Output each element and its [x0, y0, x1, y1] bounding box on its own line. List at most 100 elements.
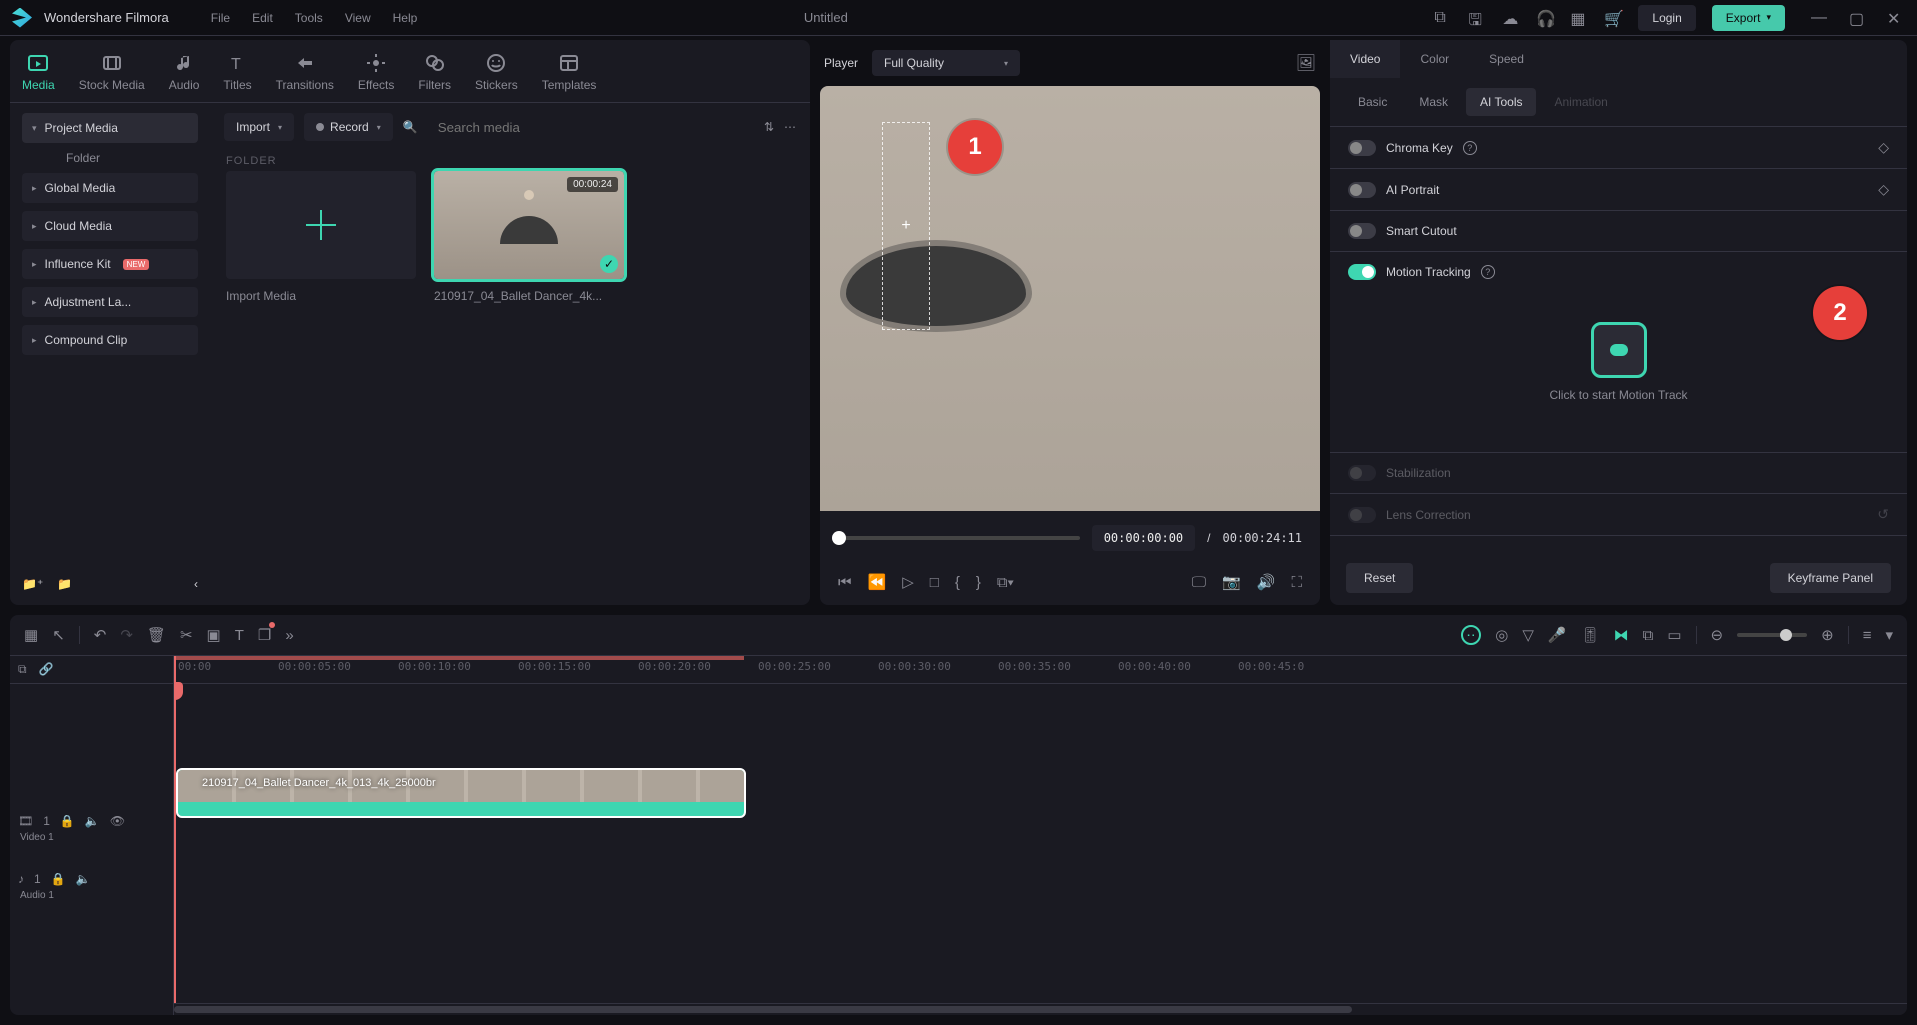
ai-portrait-toggle[interactable]	[1348, 182, 1376, 198]
audio-track-lane[interactable]	[174, 822, 1907, 880]
maximize-icon[interactable]: ▢	[1849, 9, 1867, 27]
crop-icon[interactable]: ▣	[207, 626, 221, 644]
reset-row-icon[interactable]: ↺	[1877, 506, 1889, 523]
play-icon[interactable]: ▷	[902, 573, 914, 591]
ratio-icon[interactable]: ⧉▾	[997, 574, 1014, 591]
cloud-icon[interactable]: ☁	[1502, 9, 1520, 27]
auto-beat-icon[interactable]: ⧓	[1614, 626, 1629, 644]
mute-icon[interactable]: 🔈	[85, 814, 100, 828]
minimize-icon[interactable]: —	[1811, 9, 1829, 27]
reset-row-icon[interactable]: ◇	[1878, 139, 1889, 156]
headphones-icon[interactable]: 🎧	[1536, 9, 1554, 27]
subtab-mask[interactable]: Mask	[1405, 88, 1462, 116]
more-tools-icon[interactable]: »	[285, 627, 293, 644]
audio-track-head[interactable]: ♪1 🔒 🔈 Audio 1	[10, 850, 173, 908]
timeline-view-icon[interactable]: ≡	[1863, 627, 1872, 644]
mark-in-icon[interactable]: {	[955, 574, 960, 591]
snapshot-icon[interactable]: 📷	[1222, 573, 1241, 591]
cut-icon[interactable]: ✂	[180, 626, 193, 644]
quality-selector[interactable]: Full Quality	[872, 50, 1020, 76]
frame-icon[interactable]: ▭	[1667, 626, 1681, 644]
lock-icon[interactable]: 🔒	[51, 872, 66, 886]
zoom-slider[interactable]	[1737, 633, 1807, 637]
marker-icon[interactable]: ▽	[1522, 626, 1534, 644]
zoom-out-icon[interactable]: ⊖	[1711, 626, 1724, 644]
sort-icon[interactable]: ⇅	[764, 120, 774, 134]
zoom-in-icon[interactable]: ⊕	[1821, 626, 1834, 644]
timeline-ruler[interactable]: 00:00 00:00:05:00 00:00:10:00 00:00:15:0…	[174, 656, 1907, 684]
lock-icon[interactable]: 🔒	[60, 814, 75, 828]
inspector-tab-color[interactable]: Color	[1400, 40, 1469, 78]
save-icon[interactable]: 🖫	[1468, 9, 1486, 27]
add-track-icon[interactable]: ⧉	[18, 662, 27, 677]
info-icon[interactable]: ?	[1463, 141, 1477, 155]
video-track-lane[interactable]: 210917_04_Ballet Dancer_4k_013_4k_25000b…	[174, 764, 1907, 822]
folder-icon[interactable]: 📁	[57, 577, 72, 591]
keyframe-panel-button[interactable]: Keyframe Panel	[1770, 563, 1891, 593]
import-media-card[interactable]: Import Media	[226, 171, 416, 303]
close-icon[interactable]: ✕	[1887, 9, 1905, 27]
qr-icon[interactable]: ▦	[1570, 9, 1588, 27]
scrub-slider[interactable]	[838, 536, 1080, 540]
start-motion-track-button[interactable]	[1591, 322, 1647, 378]
sidebar-item-global-media[interactable]: ▸ Global Media	[22, 173, 198, 203]
sidebar-item-folder[interactable]: Folder	[22, 151, 198, 165]
export-button[interactable]: Export	[1712, 5, 1785, 31]
delete-icon[interactable]: 🗑	[147, 626, 166, 644]
tab-stickers[interactable]: Stickers	[463, 44, 530, 102]
sidebar-item-adjustment-layer[interactable]: ▸ Adjustment La...	[22, 287, 198, 317]
video-track-head[interactable]: 🎞1 🔒 🔈 👁 Video 1	[10, 792, 173, 850]
media-clip-card[interactable]: 00:00:24 ✓ 210917_04_Ballet Dancer_4k...	[434, 171, 624, 303]
cart-icon[interactable]: 🛒	[1604, 9, 1622, 27]
pointer-icon[interactable]: ↖	[52, 626, 65, 644]
text-icon[interactable]: T	[235, 627, 244, 644]
chroma-key-toggle[interactable]	[1348, 140, 1376, 156]
subtab-ai-tools[interactable]: AI Tools	[1466, 88, 1536, 116]
timeline-scrollbar[interactable]	[174, 1003, 1907, 1015]
sidebar-item-project-media[interactable]: ▾ Project Media	[22, 113, 198, 143]
volume-icon[interactable]: 🔊	[1257, 573, 1276, 591]
visibility-icon[interactable]: 👁	[110, 814, 125, 828]
reset-button[interactable]: Reset	[1346, 563, 1413, 593]
tab-media[interactable]: Media	[10, 44, 67, 102]
face-detect-icon[interactable]	[1461, 625, 1481, 645]
timeline-settings-icon[interactable]: ▾	[1885, 626, 1893, 644]
tab-audio[interactable]: Audio	[157, 44, 212, 102]
motion-tracking-toggle[interactable]	[1348, 264, 1376, 280]
inspector-tab-video[interactable]: Video	[1330, 40, 1400, 78]
sidebar-item-influence-kit[interactable]: ▸ Influence Kit NEW	[22, 249, 198, 279]
preview-frame[interactable]: + 1	[820, 86, 1320, 511]
tab-templates[interactable]: Templates	[530, 44, 609, 102]
import-button[interactable]: Import	[224, 113, 294, 141]
grid-icon[interactable]: ▦	[24, 626, 38, 644]
devices-icon[interactable]: ⧉	[1434, 9, 1452, 27]
tab-filters[interactable]: Filters	[406, 44, 463, 102]
step-back-icon[interactable]: ⏪	[868, 573, 887, 591]
tab-transitions[interactable]: Transitions	[264, 44, 346, 102]
undo-icon[interactable]: ↶	[94, 626, 107, 644]
prev-frame-icon[interactable]: ⏮	[838, 574, 852, 591]
timeline-clip[interactable]: 210917_04_Ballet Dancer_4k_013_4k_25000b…	[176, 768, 746, 818]
search-input[interactable]	[428, 114, 754, 141]
display-icon[interactable]: 🖵	[1192, 574, 1206, 591]
info-icon[interactable]: ?	[1481, 265, 1495, 279]
redo-icon[interactable]: ↷	[120, 626, 133, 644]
search-icon[interactable]: 🔍	[403, 120, 418, 134]
inspector-tab-speed[interactable]: Speed	[1469, 40, 1544, 78]
smart-cutout-toggle[interactable]	[1348, 223, 1376, 239]
render-icon[interactable]: ⧉	[1643, 627, 1654, 644]
lens-correction-toggle[interactable]	[1348, 507, 1376, 523]
menu-file[interactable]: File	[211, 11, 230, 25]
copies-icon[interactable]: ❐	[258, 626, 271, 644]
color-wheel-icon[interactable]: ◎	[1495, 626, 1508, 644]
tab-stock-media[interactable]: Stock Media	[67, 44, 157, 102]
sidebar-item-cloud-media[interactable]: ▸ Cloud Media	[22, 211, 198, 241]
collapse-sidebar-icon[interactable]: ‹	[194, 577, 198, 591]
snapshot-compare-icon[interactable]: 🖼	[1296, 53, 1316, 73]
tab-titles[interactable]: T Titles	[211, 44, 263, 102]
audio-mixer-icon[interactable]: 🎚	[1581, 626, 1600, 644]
tab-effects[interactable]: Effects	[346, 44, 406, 102]
stop-icon[interactable]: □	[930, 574, 939, 591]
motion-track-region[interactable]: +	[882, 122, 930, 330]
link-tracks-icon[interactable]: 🔗	[39, 662, 54, 677]
